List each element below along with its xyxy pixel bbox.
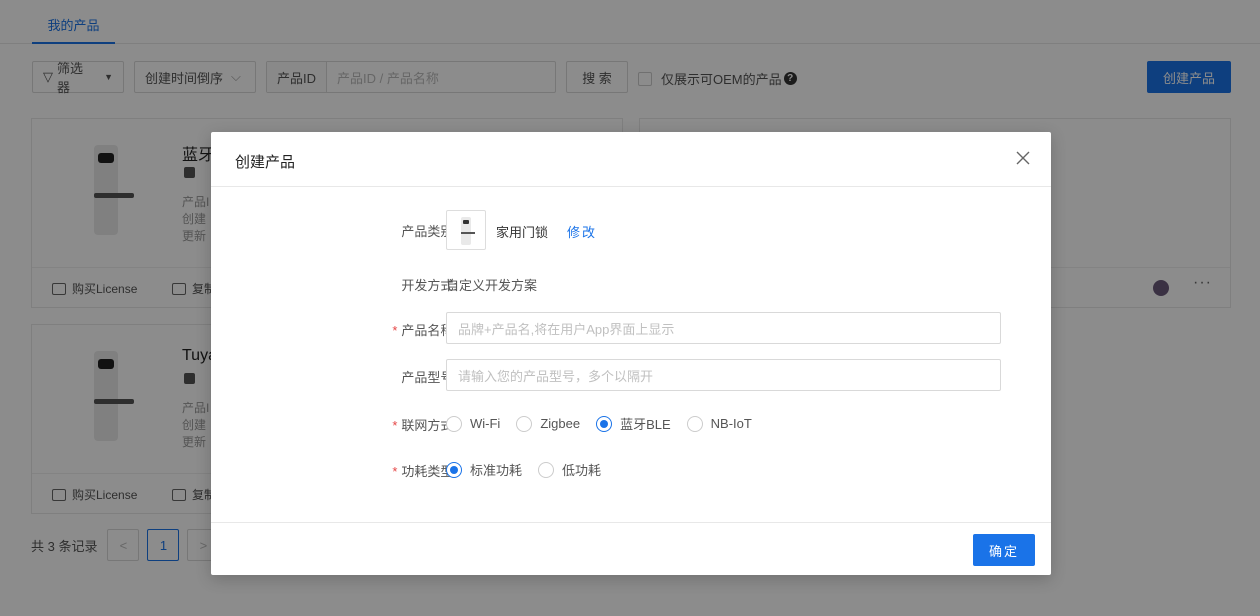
radio-circle[interactable] <box>446 461 462 478</box>
dialog-title: 创建产品 <box>235 154 296 171</box>
network-radio-group: Wi-Fi Zigbee 蓝牙BLE NB-IoT <box>446 414 768 433</box>
product-model-row: 产品型号: 请输入您的产品型号，多个以隔开 <box>211 359 1051 391</box>
radio-label: Zigbee <box>540 416 581 431</box>
power-row: * 功耗类型: 标准功耗 低功耗 <box>211 460 1051 480</box>
required-mark: * <box>392 464 398 479</box>
power-radio-group: 标准功耗 低功耗 <box>446 460 617 479</box>
radio-nbiot[interactable]: NB-IoT <box>686 415 752 432</box>
radio-circle[interactable] <box>538 461 555 478</box>
dev-method-row: 开发方式: 自定义开发方案 <box>211 275 1051 295</box>
radio-ble[interactable]: 蓝牙BLE <box>596 414 671 433</box>
network-row: * 联网方式: Wi-Fi Zigbee 蓝牙BLE NB-IoT <box>211 414 1051 434</box>
radio-label: 低功耗 <box>562 463 602 478</box>
product-name-row: * 产品名称: 品牌+产品名,将在用户App界面上显示 <box>211 312 1051 344</box>
dev-method-value: 自定义开发方案 <box>446 278 538 293</box>
radio-circle[interactable] <box>686 415 703 432</box>
category-thumbnail <box>446 210 486 250</box>
product-name-input[interactable]: 品牌+产品名,将在用户App界面上显示 <box>446 312 1001 344</box>
create-product-dialog: 创建产品 产品类别: 家用门锁 修改 开发方式: 自定义开发方案 *产品名称: <box>211 132 1051 575</box>
required-mark: * <box>392 323 398 338</box>
close-icon[interactable] <box>1015 150 1031 166</box>
category-value: 家用门锁 <box>496 225 549 240</box>
radio-circle[interactable] <box>596 415 613 432</box>
radio-standard-power[interactable]: 标准功耗 <box>446 460 522 479</box>
radio-low-power[interactable]: 低功耗 <box>538 460 601 479</box>
required-mark: * <box>392 418 398 433</box>
radio-circle[interactable] <box>446 415 462 432</box>
radio-circle[interactable] <box>516 415 533 432</box>
dialog-footer: 确定 <box>211 522 1051 575</box>
dialog-body: 产品类别: 家用门锁 修改 开发方式: 自定义开发方案 * 产品名称: 品牌+产品… <box>211 187 1051 522</box>
radio-label: 标准功耗 <box>470 463 523 478</box>
product-name-placeholder: 品牌+产品名,将在用户App界面上显示 <box>458 321 675 337</box>
radio-wifi[interactable]: Wi-Fi <box>446 415 501 432</box>
radio-label: NB-IoT <box>710 416 752 431</box>
dialog-header: 创建产品 <box>211 132 1051 187</box>
radio-label: 蓝牙BLE <box>620 417 671 432</box>
product-model-placeholder: 请输入您的产品型号，多个以隔开 <box>458 368 654 384</box>
radio-zigbee[interactable]: Zigbee <box>516 415 581 432</box>
product-model-input[interactable]: 请输入您的产品型号，多个以隔开 <box>446 359 1001 391</box>
confirm-button[interactable]: 确定 <box>973 534 1035 566</box>
radio-label: Wi-Fi <box>470 416 501 431</box>
category-row: 产品类别: 家用门锁 修改 <box>211 210 1051 250</box>
modify-category-link[interactable]: 修改 <box>567 222 597 241</box>
